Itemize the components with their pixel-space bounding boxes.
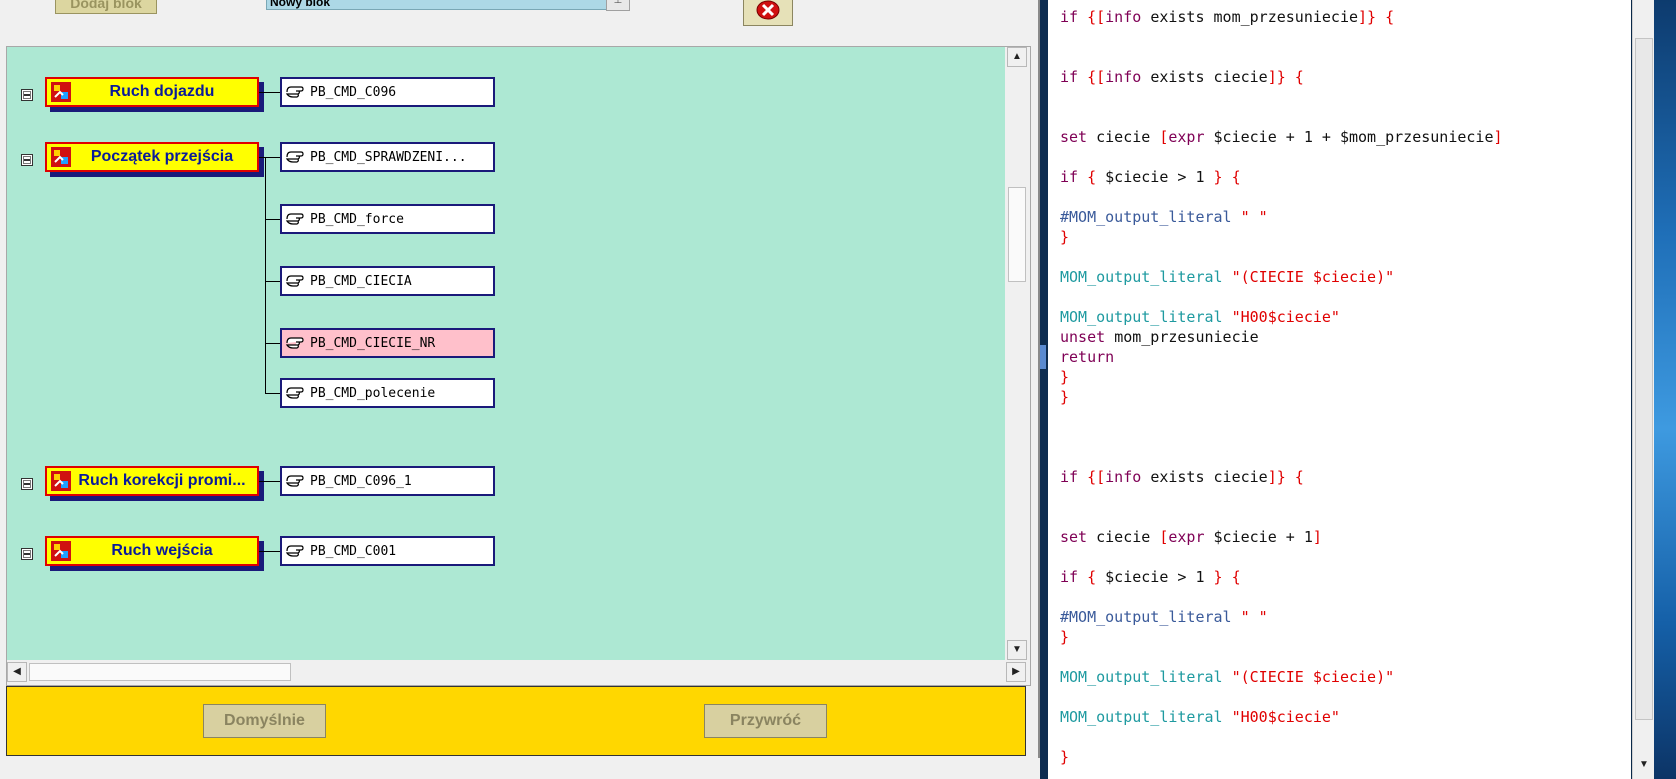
connector [265, 219, 280, 220]
dialog-toolbar: Dodaj blok Nowy blok ⊥ [0, 0, 1036, 46]
event-block[interactable]: Ruch wejścia [45, 536, 259, 566]
block-label: Ruch korekcji promi... [78, 472, 246, 489]
horizontal-scrollbar[interactable]: ◀ ▶ [7, 661, 1028, 683]
code-line: MOM_output_literal "(CIECIE $ciecie)" [1060, 668, 1395, 686]
connector [259, 481, 280, 482]
hand-pointer-icon [285, 387, 304, 399]
code-line: } [1060, 228, 1070, 246]
block-label: Ruch wejścia [111, 542, 213, 559]
collapse-toggle[interactable] [21, 89, 33, 101]
code-line: if { $ciecie > 1 } { [1060, 168, 1241, 186]
collapse-toggle[interactable] [21, 154, 33, 166]
delete-x-icon [756, 0, 780, 20]
event-block-icon [51, 82, 71, 102]
connector [265, 393, 280, 394]
dialog-bottom-edge [0, 758, 1040, 779]
code-line: unset mom_przesuniecie [1060, 328, 1259, 346]
command-label: PB_CMD_C096_1 [310, 473, 412, 489]
divider-marker [1040, 345, 1046, 369]
connector [259, 92, 280, 93]
command-box[interactable]: PB_CMD_CIECIA [280, 266, 495, 296]
connector [265, 343, 280, 344]
code-line: #MOM_output_literal " " [1060, 608, 1268, 626]
command-box[interactable]: PB_CMD_C001 [280, 536, 495, 566]
code-line: if { $ciecie > 1 } { [1060, 568, 1241, 586]
code-line: if {[info exists ciecie]} { [1060, 68, 1304, 86]
scroll-thumb[interactable] [1635, 38, 1653, 720]
code-line: } [1060, 388, 1070, 406]
command-box[interactable]: PB_CMD_polecenie [280, 378, 495, 408]
block-label: Ruch dojazdu [109, 83, 215, 100]
scroll-left-icon[interactable]: ◀ [7, 662, 27, 682]
block-canvas-frame: Ruch dojazdu PB_CMD_C096 Początek przejś… [6, 46, 1031, 686]
desktop-background [1654, 0, 1676, 779]
scroll-right-icon[interactable]: ▶ [1006, 662, 1026, 682]
code-editor[interactable]: if {[info exists mom_przesuniecie]} { if… [1048, 0, 1631, 779]
block-name-field[interactable]: Nowy blok [266, 0, 611, 10]
hand-pointer-icon [285, 337, 304, 349]
hand-pointer-icon [285, 86, 304, 98]
command-label: PB_CMD_CIECIE_NR [310, 335, 436, 351]
connector [265, 281, 280, 282]
command-label: PB_CMD_C001 [310, 543, 397, 559]
hand-pointer-icon [285, 213, 304, 225]
command-box[interactable]: PB_CMD_SPRAWDZENI... [280, 142, 495, 172]
scroll-thumb[interactable] [1008, 187, 1026, 282]
event-block-icon [51, 147, 71, 167]
event-block[interactable]: Ruch dojazdu [45, 77, 259, 107]
code-text[interactable]: if {[info exists mom_przesuniecie]} { if… [1060, 0, 1620, 779]
hand-pointer-icon [285, 475, 304, 487]
command-box[interactable]: PB_CMD_C096_1 [280, 466, 495, 496]
collapse-toggle[interactable] [21, 478, 33, 490]
command-box[interactable]: PB_CMD_C096 [280, 77, 495, 107]
code-line: MOM_output_literal "H00$ciecie" [1060, 308, 1340, 326]
action-panel: Domyślnie Przywróć [6, 686, 1026, 756]
code-line: MOM_output_literal "(CIECIE $ciecie)" [1060, 268, 1395, 286]
block-label: Początek przejścia [90, 148, 234, 165]
restore-button[interactable]: Przywróć [704, 704, 827, 738]
block-name-dropdown[interactable]: ⊥ [606, 0, 630, 11]
command-box-selected[interactable]: PB_CMD_CIECIE_NR [280, 328, 495, 358]
connector [259, 551, 280, 552]
event-block[interactable]: Początek przejścia [45, 142, 259, 172]
delete-button[interactable] [743, 0, 793, 26]
hand-pointer-icon [285, 545, 304, 557]
scroll-down-icon[interactable]: ▼ [1635, 756, 1653, 774]
scroll-up-icon[interactable]: ▲ [1007, 47, 1027, 67]
hand-pointer-icon [285, 275, 304, 287]
post-builder-dialog: Dodaj blok Nowy blok ⊥ Ruch dojazdu PB_C… [0, 0, 1040, 779]
collapse-toggle[interactable] [21, 548, 33, 560]
code-line: if {[info exists mom_przesuniecie]} { [1060, 8, 1395, 26]
code-line: if {[info exists ciecie]} { [1060, 468, 1304, 486]
event-block-icon [51, 471, 71, 491]
event-block-icon [51, 541, 71, 561]
code-line: } [1060, 748, 1070, 766]
connector [259, 157, 280, 158]
code-line: set ciecie [expr $ciecie + 1 + $mom_prze… [1060, 128, 1503, 146]
code-line: } [1060, 628, 1070, 646]
code-line: set ciecie [expr $ciecie + 1] [1060, 528, 1322, 546]
scroll-thumb[interactable] [29, 663, 291, 681]
command-label: PB_CMD_C096 [310, 84, 397, 100]
code-line: MOM_output_literal "H00$ciecie" [1060, 708, 1340, 726]
event-block[interactable]: Ruch korekcji promi... [45, 466, 259, 496]
vertical-scrollbar[interactable]: ▲ ▼ [1006, 47, 1028, 660]
window-divider [1040, 0, 1048, 779]
code-line: #MOM_output_literal " " [1060, 208, 1268, 226]
scroll-down-icon[interactable]: ▼ [1007, 640, 1027, 660]
code-vertical-scrollbar[interactable]: ▼ [1632, 0, 1655, 779]
hand-pointer-icon [285, 151, 304, 163]
command-box[interactable]: PB_CMD_force [280, 204, 495, 234]
code-line: } [1060, 368, 1070, 386]
command-label: PB_CMD_CIECIA [310, 273, 412, 289]
command-label: PB_CMD_polecenie [310, 385, 436, 401]
default-button[interactable]: Domyślnie [203, 704, 326, 738]
connector [265, 157, 266, 393]
command-label: PB_CMD_SPRAWDZENI... [310, 149, 467, 165]
code-line: return [1060, 348, 1115, 366]
block-tree-canvas: Ruch dojazdu PB_CMD_C096 Początek przejś… [7, 47, 1005, 660]
add-block-button[interactable]: Dodaj blok [55, 0, 157, 14]
command-label: PB_CMD_force [310, 211, 404, 227]
